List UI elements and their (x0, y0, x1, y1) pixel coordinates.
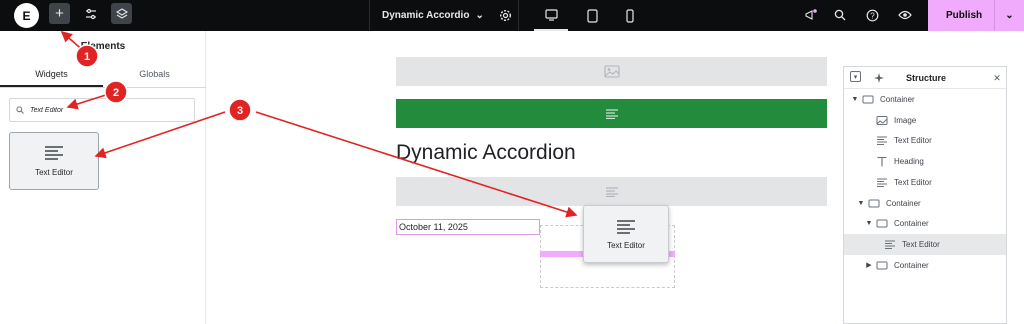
structure-item-label: Heading (894, 157, 924, 167)
search-icon (834, 9, 846, 21)
search-icon (16, 106, 24, 114)
eye-icon (898, 10, 912, 20)
page-settings-button[interactable] (495, 5, 515, 25)
svg-text:?: ? (870, 11, 875, 20)
structure-item-label: Container (886, 198, 921, 208)
text-editor-icon (882, 239, 898, 250)
text-editor-icon (605, 108, 618, 119)
publish-button[interactable]: Publish ⌄ (928, 0, 1024, 31)
help-button[interactable]: ? (862, 5, 882, 25)
structure-item-label: Container (894, 260, 929, 270)
text-editor-block[interactable] (396, 99, 827, 128)
whats-new-button[interactable] (801, 5, 821, 25)
document-title: Dynamic Accordio (382, 10, 470, 21)
elementor-logo-icon: E (22, 8, 31, 23)
sliders-icon (86, 8, 96, 20)
tab-globals[interactable]: Globals (103, 62, 206, 87)
text-editor-widget[interactable]: Text Editor (9, 132, 99, 190)
add-element-button[interactable]: + (49, 3, 70, 24)
structure-panel: ▾ Structure ✕ ▼ Container Image Text Editor… (843, 66, 1007, 324)
structure-item[interactable]: Text Editor (844, 130, 1006, 151)
elements-panel: Elements Widgets Globals Text Editor (0, 31, 206, 324)
panel-tabs: Widgets Globals (0, 62, 206, 88)
container-icon (866, 198, 882, 209)
editor-canvas: Dynamic Accordion October 11, 2025 Text … (207, 31, 842, 324)
image-icon (603, 65, 620, 78)
structure-button[interactable] (111, 3, 132, 24)
text-editor-icon (45, 146, 63, 160)
caret-down-icon[interactable]: ▼ (850, 96, 860, 103)
preview-button[interactable] (895, 5, 915, 25)
structure-item[interactable]: Text Editor (844, 233, 1006, 255)
panel-title: Elements (80, 41, 126, 52)
help-icon: ? (866, 9, 878, 21)
text-editor-icon (605, 186, 618, 197)
close-icon: ✕ (993, 72, 1001, 83)
widget-label: Text Editor (607, 240, 645, 250)
container-icon (874, 218, 890, 229)
publish-options-button[interactable]: ⌄ (994, 0, 1024, 31)
widget-search-input[interactable] (30, 106, 180, 114)
chevron-down-icon: ⌄ (475, 10, 484, 21)
structure-item-label: Text Editor (902, 239, 940, 249)
structure-item-label: Container (880, 95, 915, 104)
caret-down-icon[interactable]: ▼ (864, 220, 874, 227)
structure-item[interactable]: ▼ Container (844, 89, 1006, 110)
structure-item-label: Container (894, 219, 929, 229)
caret-down-icon[interactable]: ▼ (856, 200, 866, 207)
structure-item[interactable]: ▶ Container (844, 255, 1006, 276)
desktop-icon (544, 8, 558, 21)
desktop-view-button[interactable] (534, 0, 568, 31)
structure-item-label: Text Editor (894, 136, 932, 146)
dragged-widget[interactable]: Text Editor (583, 205, 669, 263)
close-button[interactable]: ✕ (990, 71, 1004, 85)
container-icon (874, 260, 890, 271)
structure-title: Structure (905, 72, 946, 83)
text-editor-block[interactable] (396, 177, 827, 206)
caret-right-icon[interactable]: ▶ (864, 261, 874, 269)
tablet-view-button[interactable] (575, 0, 609, 31)
structure-item[interactable]: Text Editor (844, 172, 1006, 193)
widget-label: Text Editor (35, 168, 73, 177)
search-button[interactable] (830, 5, 850, 25)
heading-icon (874, 156, 890, 167)
date-text[interactable]: October 11, 2025 (396, 219, 540, 235)
image-widget[interactable] (396, 57, 827, 86)
structure-item[interactable]: ▼ Container (844, 213, 1006, 234)
elementor-logo-button[interactable]: E (14, 3, 39, 28)
structure-item[interactable]: Heading (844, 151, 1006, 172)
container-icon (860, 94, 876, 105)
structure-item[interactable]: ▼ Container (844, 193, 1006, 214)
structure-item-label: Text Editor (894, 177, 932, 187)
site-settings-button[interactable] (81, 4, 101, 24)
mobile-view-button[interactable] (613, 0, 647, 31)
top-bar: E + Dynamic Accordio ⌄ ? Publish ⌄ (0, 0, 1024, 31)
layers-icon (115, 7, 128, 19)
structure-header: ▾ Structure ✕ (844, 67, 1006, 89)
page-heading[interactable]: Dynamic Accordion (396, 141, 576, 165)
structure-item-label: Image (894, 115, 917, 125)
tablet-icon (586, 8, 598, 23)
structure-item[interactable]: Image (844, 110, 1006, 131)
widget-search-box[interactable] (9, 98, 195, 122)
image-icon (874, 115, 890, 126)
plus-icon: + (55, 5, 64, 22)
megaphone-icon (805, 8, 817, 20)
publish-label: Publish (946, 10, 983, 21)
gear-icon (499, 9, 511, 21)
chevron-down-icon: ⌄ (1005, 10, 1014, 21)
mobile-icon (626, 8, 634, 23)
text-editor-icon (874, 135, 890, 146)
text-editor-icon (874, 177, 890, 188)
tab-widgets[interactable]: Widgets (0, 62, 103, 87)
text-editor-icon (617, 219, 635, 234)
